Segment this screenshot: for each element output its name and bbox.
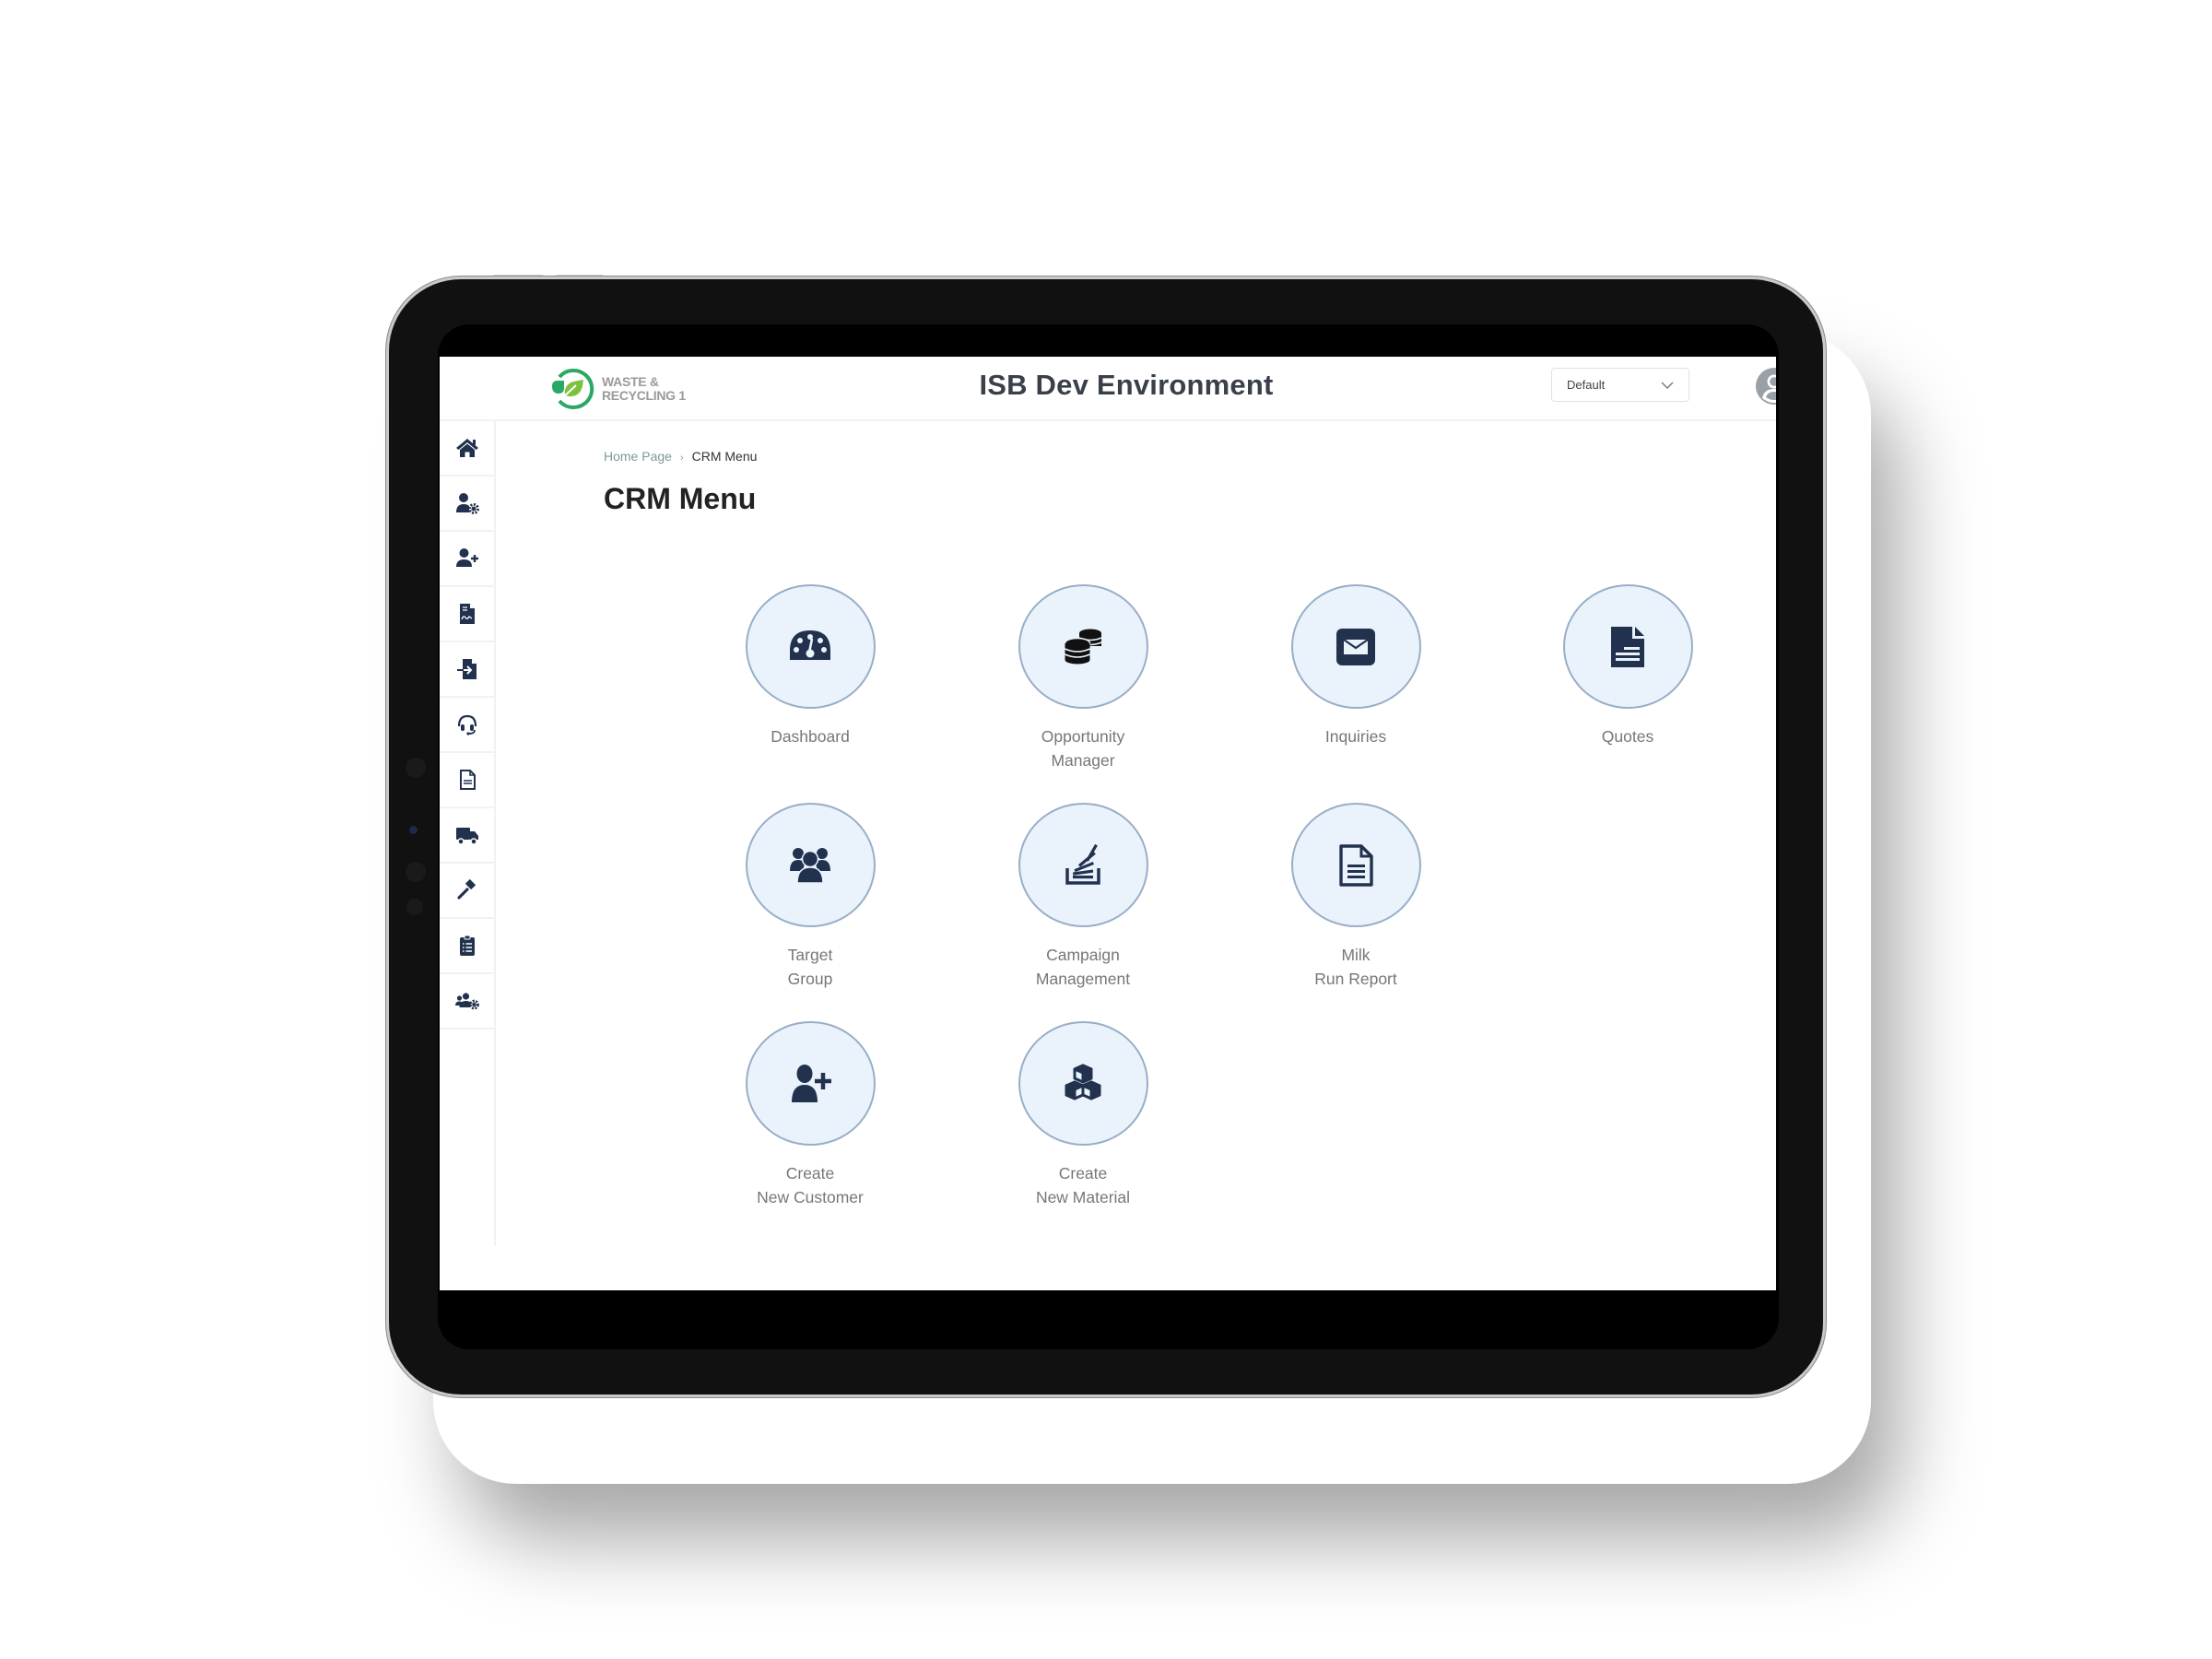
users-icon [790, 847, 830, 884]
tile-create-new-material[interactable]: Create New Material [995, 1021, 1171, 1209]
sidebar-item-signed-document[interactable] [440, 587, 494, 642]
tile-label-line-2: Management [1035, 970, 1131, 988]
tile-label-line-1: Opportunity [1041, 727, 1125, 746]
sidebar-item-home[interactable] [440, 421, 494, 477]
sidebar-item-document[interactable] [440, 753, 494, 808]
sidebar-item-auction[interactable] [440, 864, 494, 919]
tile-label: Dashboard [723, 724, 898, 748]
tile-label-line-2: New Customer [757, 1188, 864, 1206]
tile-milk-run-report[interactable]: Milk Run Report [1268, 803, 1443, 991]
environment-select-value: Default [1567, 378, 1606, 392]
tile-label-line-1: Dashboard [771, 727, 850, 746]
headset-icon [457, 714, 477, 735]
user-plus-icon [792, 1064, 831, 1102]
cubes-icon [1065, 1064, 1101, 1100]
tile-label-line-2: Manager [1051, 751, 1115, 770]
gavel-icon [456, 878, 476, 900]
tile-label: Campaign Management [995, 943, 1171, 991]
tile-label: Create New Customer [723, 1161, 898, 1209]
clipboard-list-icon [459, 935, 475, 956]
user-plus-icon [455, 548, 478, 567]
truck-icon [455, 828, 478, 845]
tile-label-line-1: Create [1058, 1164, 1108, 1182]
tile-label-line-2: Run Report [1314, 970, 1397, 988]
sidebar-nav [440, 421, 496, 1246]
tile-icon-circle [745, 1021, 876, 1146]
tile-target-group[interactable]: Target Group [723, 803, 898, 991]
bezel-sensor [406, 862, 426, 882]
home-icon [455, 439, 478, 457]
tile-label: Quotes [1540, 724, 1715, 748]
tile-label: Create New Material [995, 1161, 1171, 1209]
tile-icon-circle [745, 803, 876, 927]
sidebar-item-delivery[interactable] [440, 808, 494, 864]
user-gear-icon [455, 493, 479, 514]
page-title: CRM Menu [604, 482, 757, 515]
sidebar-item-user-settings[interactable] [440, 477, 494, 532]
environment-select[interactable]: Default [1551, 368, 1689, 402]
tile-label-line-1: Target [787, 946, 833, 964]
file-text-icon [1611, 626, 1644, 667]
bezel-sensor [406, 899, 423, 915]
users-gear-icon [454, 993, 479, 1010]
top-header: WASTE & RECYCLING 1 ISB Dev Environment … [440, 357, 1776, 421]
tile-label-line-1: Create [785, 1164, 835, 1182]
coins-icon [1064, 629, 1102, 664]
gauge-icon [790, 629, 830, 660]
breadcrumb-current: CRM Menu [691, 449, 758, 464]
tile-label-line-1: Inquiries [1324, 727, 1387, 746]
file-lines-icon [459, 770, 476, 790]
chevron-down-icon [1661, 382, 1674, 389]
tile-quotes[interactable]: Quotes [1540, 584, 1715, 748]
sidebar-item-support[interactable] [440, 698, 494, 753]
tile-icon-circle [1290, 584, 1421, 709]
sidebar-item-checklist[interactable] [440, 919, 494, 974]
tile-label-line-2: New Material [1035, 1188, 1131, 1206]
sidebar-item-add-user[interactable] [440, 532, 494, 587]
camera-icon [409, 826, 418, 834]
tile-icon-circle [1290, 803, 1421, 927]
breadcrumb-separator: › [679, 453, 684, 464]
stack-overflow-icon [1065, 843, 1100, 885]
tile-label-line-2: Group [787, 970, 833, 988]
tile-label: Inquiries [1268, 724, 1443, 748]
tile-label: Target Group [723, 943, 898, 991]
breadcrumb: Home Page › CRM Menu [604, 449, 757, 464]
tile-icon-circle [1018, 1021, 1148, 1146]
tile-icon-circle [1018, 584, 1148, 709]
tile-label-line-1: Campaign [1046, 946, 1120, 964]
tile-label-line-1: Quotes [1601, 727, 1654, 746]
tile-dashboard[interactable]: Dashboard [723, 584, 898, 748]
tile-label: Opportunity Manager [995, 724, 1171, 772]
sidebar-item-group-settings[interactable] [440, 974, 494, 1030]
envelope-square-icon [1336, 628, 1375, 665]
sidebar-item-file-import[interactable] [440, 642, 494, 698]
file-import-icon [456, 659, 477, 679]
file-signature-icon [459, 604, 475, 624]
tile-icon-circle [1562, 584, 1693, 709]
tile-label: Milk Run Report [1268, 943, 1443, 991]
app-screen: WASTE & RECYCLING 1 ISB Dev Environment … [440, 357, 1776, 1290]
tile-icon-circle [1018, 803, 1148, 927]
tile-label-line-1: Milk [1341, 946, 1371, 964]
file-outline-icon [1339, 843, 1373, 887]
bezel-sensor [406, 758, 426, 778]
tile-icon-circle [745, 584, 876, 709]
breadcrumb-home-link[interactable]: Home Page [604, 449, 672, 464]
tile-opportunity-manager[interactable]: Opportunity Manager [995, 584, 1171, 772]
tile-inquiries[interactable]: Inquiries [1268, 584, 1443, 748]
tile-campaign-management[interactable]: Campaign Management [995, 803, 1171, 991]
tile-create-new-customer[interactable]: Create New Customer [723, 1021, 898, 1209]
